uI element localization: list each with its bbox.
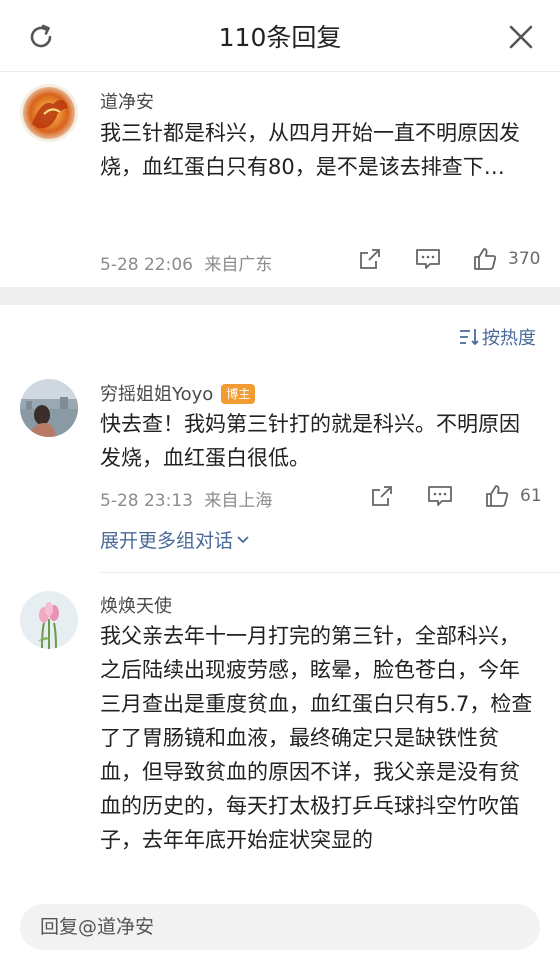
like-button[interactable]: 370 — [472, 246, 540, 272]
like-count: 61 — [520, 486, 542, 506]
comment-location: 来自上海 — [204, 491, 273, 511]
thumbs-up-icon — [474, 248, 497, 270]
blogger-badge: 博主 — [221, 384, 256, 404]
expand-label: 展开更多组对话 — [100, 530, 234, 552]
expand-thread-link[interactable]: 展开更多组对话 — [100, 526, 251, 553]
comment-meta: 5-28 22:06 来自广东 — [100, 250, 272, 275]
thread-divider — [100, 572, 560, 573]
comment-time: 5-28 23:13 — [100, 491, 193, 511]
reply-page: 110条回复 道净安 我三针都是科兴，从四月开始一直不明原因发烧，血红蛋白只有8… — [0, 0, 560, 960]
comment-meta: 5-28 23:13 来自上海 — [100, 486, 272, 511]
share-icon[interactable] — [356, 245, 384, 273]
tulip-avatar[interactable] — [20, 591, 78, 649]
user-photo-avatar[interactable] — [20, 379, 78, 437]
page-title: 110条回复 — [218, 23, 342, 52]
comment-actions: 370 — [356, 245, 540, 273]
comment-username[interactable]: 道净安 — [100, 88, 154, 114]
comment-username[interactable]: 焕焕天使 — [100, 592, 172, 618]
comment-text: 我父亲去年十一月打完的第三针，全部科兴，之后陆续出现疲劳感，眩晕，脸色苍白，今年… — [100, 624, 533, 852]
share-icon[interactable] — [368, 482, 396, 510]
sort-icon — [460, 329, 479, 346]
username-text: 穷摇姐姐Yoyo — [100, 384, 214, 405]
like-button[interactable]: 61 — [484, 483, 542, 509]
header-bar: 110条回复 — [0, 0, 560, 72]
comment-text: 我三针都是科兴，从四月开始一直不明原因发烧，血红蛋白只有80，是不是该去排查下… — [100, 121, 520, 179]
comment-icon[interactable] — [426, 482, 454, 510]
thumbs-up-icon — [486, 485, 509, 507]
chevron-down-icon — [237, 535, 249, 543]
phoenix-avatar[interactable] — [20, 84, 78, 142]
comment-actions: 61 — [368, 482, 542, 510]
reply-placeholder: 回复@道净安 — [40, 916, 155, 938]
close-icon[interactable] — [504, 20, 538, 54]
sort-label: 按热度 — [482, 328, 536, 349]
like-count: 370 — [508, 249, 541, 269]
comment-username[interactable]: 穷摇姐姐Yoyo 博主 — [100, 380, 256, 406]
comment-location: 来自广东 — [204, 255, 273, 275]
reply-input[interactable]: 回复@道净安 — [20, 904, 540, 950]
section-separator — [0, 287, 560, 305]
comment-text: 快去查！我妈第三针打的就是科兴。不明原因发烧，血红蛋白很低。 — [100, 412, 520, 470]
comment-icon[interactable] — [414, 245, 442, 273]
sort-toggle[interactable]: 按热度 — [458, 324, 536, 350]
comment-time: 5-28 22:06 — [100, 255, 193, 275]
